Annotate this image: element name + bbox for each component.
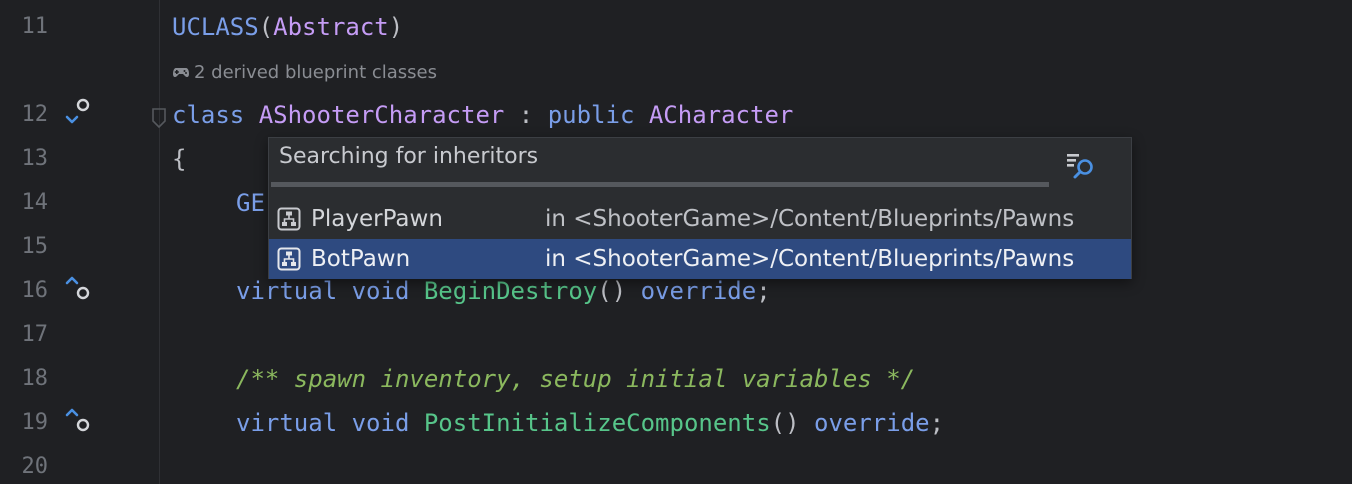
code-line-16: virtual void BeginDestroy() override; xyxy=(236,276,771,306)
derived-classes-hint[interactable]: 2 derived blueprint classes xyxy=(172,60,437,86)
token-base-class: ACharacter xyxy=(648,101,794,129)
token-keyword: override xyxy=(814,409,930,437)
inheritors-popup[interactable]: Searching for inheritors PlayerPawn in <… xyxy=(268,137,1132,279)
line-number: 18 xyxy=(21,366,49,391)
token-brace: { xyxy=(172,145,187,173)
code-line-11: UCLASS(Abstract) xyxy=(172,12,403,42)
result-location: in <ShooterGame>/Content/Blueprints/Pawn… xyxy=(545,246,1075,272)
overrides-icon[interactable] xyxy=(64,274,90,300)
line-number: 17 xyxy=(21,322,49,347)
token-comment: /** spawn inventory, setup initial varia… xyxy=(236,365,916,393)
line-number: 14 xyxy=(21,190,49,215)
token-punctuation: ( xyxy=(258,13,274,41)
hint-text: 2 derived blueprint classes xyxy=(194,62,438,83)
result-row-selected[interactable]: BotPawn in <ShooterGame>/Content/Bluepri… xyxy=(269,239,1131,279)
token-keyword: public xyxy=(547,101,635,129)
code-line-13: { xyxy=(172,144,186,174)
gutter-divider xyxy=(159,0,160,484)
token-macro: UCLASS xyxy=(172,13,259,41)
line-number: 20 xyxy=(21,454,49,479)
token-keyword: virtual xyxy=(236,277,338,305)
line-number: 19 xyxy=(21,410,49,435)
fold-icon[interactable] xyxy=(151,107,167,129)
gamepad-icon xyxy=(173,68,189,78)
token-keyword: void xyxy=(351,409,410,437)
line-number: 16 xyxy=(21,278,49,303)
token-identifier: Abstract xyxy=(273,13,389,41)
code-editor[interactable]: 11 12 13 14 15 16 17 18 19 20 UCLASS(Abs… xyxy=(0,0,1352,484)
token-function: BeginDestroy xyxy=(423,277,598,305)
token-keyword: override xyxy=(640,277,757,305)
token-punctuation: ) xyxy=(388,13,404,41)
blueprint-icon xyxy=(277,247,301,271)
search-progress-bar xyxy=(271,182,1049,187)
token-punctuation: () xyxy=(597,277,627,305)
code-line-14: GE xyxy=(236,188,265,218)
code-line-19: virtual void PostInitializeComponents() … xyxy=(236,408,944,438)
token-punctuation: ; xyxy=(929,409,945,437)
find-usages-icon[interactable] xyxy=(1065,148,1099,182)
result-name: BotPawn xyxy=(311,246,411,272)
token-punctuation: : xyxy=(504,101,548,129)
overrides-icon[interactable] xyxy=(64,406,90,432)
line-number: 15 xyxy=(21,234,49,259)
result-location: in <ShooterGame>/Content/Blueprints/Pawn… xyxy=(545,206,1075,232)
code-line-12: class AShooterCharacter : public ACharac… xyxy=(172,100,793,130)
inherited-by-icon[interactable] xyxy=(64,98,90,124)
token-macro: GE xyxy=(236,189,265,217)
line-number: 12 xyxy=(21,102,49,127)
token-class-name: AShooterCharacter xyxy=(258,101,505,129)
token-function: PostInitializeComponents xyxy=(423,409,771,437)
token-keyword: void xyxy=(351,277,410,305)
token-keyword: virtual xyxy=(236,409,338,437)
line-number: 13 xyxy=(21,146,49,171)
popup-title: Searching for inheritors xyxy=(279,144,539,169)
token-punctuation: () xyxy=(770,409,800,437)
result-name: PlayerPawn xyxy=(311,206,443,232)
code-line-18: /** spawn inventory, setup initial varia… xyxy=(236,364,915,394)
token-punctuation: ; xyxy=(756,277,771,305)
result-row[interactable]: PlayerPawn in <ShooterGame>/Content/Blue… xyxy=(269,199,1131,239)
token-keyword: class xyxy=(172,101,245,129)
line-number: 11 xyxy=(21,14,49,39)
blueprint-icon xyxy=(277,207,301,231)
